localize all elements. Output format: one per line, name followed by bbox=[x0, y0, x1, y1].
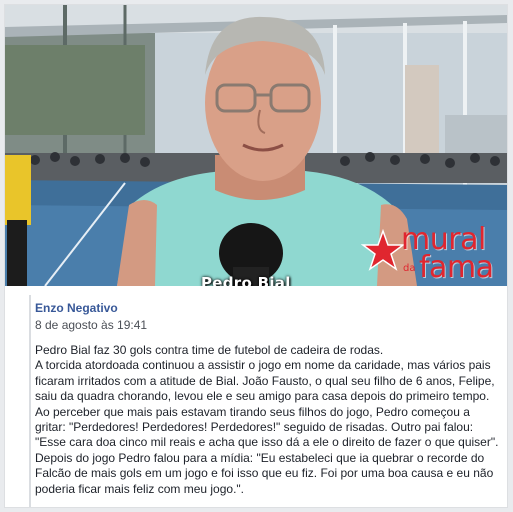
video-frame[interactable]: mural da fama Pedro Bial bbox=[5, 5, 507, 286]
mural-da-fama-logo: mural da fama bbox=[361, 225, 499, 285]
post-author-link[interactable]: Enzo Negativo bbox=[35, 301, 118, 315]
post-paragraph: Depois do jogo Pedro falou para a mídia:… bbox=[35, 450, 497, 496]
logo-word-da: da bbox=[403, 263, 416, 274]
post-paragraph: Ao perceber que mais pais estavam tirand… bbox=[35, 404, 499, 450]
star-icon bbox=[361, 229, 405, 271]
video-caption: Pedro Bial bbox=[201, 274, 291, 286]
post-card: mural da fama Pedro Bial Enzo Negativo 8… bbox=[4, 4, 508, 508]
post-body: Pedro Bial faz 30 gols contra time de fu… bbox=[35, 343, 501, 497]
post-paragraph: A torcida atordoada continuou a assistir… bbox=[35, 358, 498, 404]
logo-word-fama: fama bbox=[419, 250, 494, 285]
post-timestamp[interactable]: 8 de agosto às 19:41 bbox=[35, 318, 147, 332]
quote-divider bbox=[29, 295, 31, 507]
post-paragraph: Pedro Bial faz 30 gols contra time de fu… bbox=[35, 343, 384, 357]
